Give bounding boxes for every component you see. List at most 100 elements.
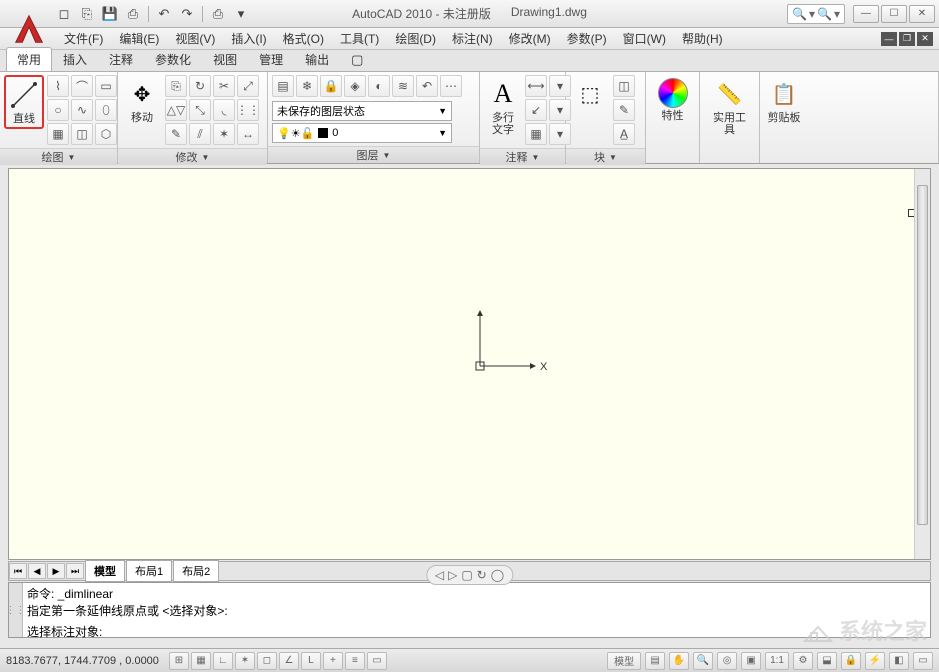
clean-screen-icon[interactable]: ▭: [913, 652, 933, 670]
stretch-icon[interactable]: ↔: [237, 123, 259, 145]
doc-minimize-button[interactable]: —: [881, 32, 897, 46]
layer-prev-icon[interactable]: ↶: [416, 75, 438, 97]
menu-insert[interactable]: 插入(I): [223, 28, 274, 49]
menu-edit[interactable]: 编辑(E): [111, 28, 167, 49]
dim-linear-icon[interactable]: ⟷: [525, 75, 547, 97]
arc-icon[interactable]: ⌒: [71, 75, 93, 97]
layer-combo[interactable]: 💡 ☀ 🔓 0 ▼: [272, 123, 452, 143]
mirror-icon[interactable]: △▽: [165, 99, 187, 121]
trim-icon[interactable]: ✂: [213, 75, 235, 97]
info-dropdown-icon[interactable]: ▾: [834, 7, 840, 21]
scale-button[interactable]: 1:1: [765, 652, 789, 670]
ribbon-tab-annotate[interactable]: 注释: [98, 47, 144, 71]
rect-icon[interactable]: ▭: [95, 75, 117, 97]
isolate-icon[interactable]: ◧: [889, 652, 909, 670]
ws-switch-icon[interactable]: ⬓: [817, 652, 837, 670]
drawing-canvas[interactable]: X Y: [8, 168, 931, 560]
search-dropdown-icon[interactable]: ▾: [809, 7, 815, 21]
new-icon[interactable]: ◻: [54, 4, 74, 24]
spline-icon[interactable]: ∿: [71, 99, 93, 121]
search-icon[interactable]: 🔍: [817, 7, 832, 21]
zoom-icon[interactable]: 🔍: [693, 652, 713, 670]
steering-icon[interactable]: ◎: [717, 652, 737, 670]
scrollbar-thumb[interactable]: [917, 185, 928, 525]
scale-icon[interactable]: ⤡: [189, 99, 211, 121]
menu-view[interactable]: 视图(V): [167, 28, 223, 49]
menu-draw[interactable]: 绘图(D): [387, 28, 444, 49]
ribbon-tab-output[interactable]: 输出: [294, 47, 340, 71]
edit-block-icon[interactable]: ✎: [613, 99, 635, 121]
move-button[interactable]: ✥ 移动: [122, 75, 162, 127]
redo-icon[interactable]: ↷: [177, 4, 197, 24]
menu-help[interactable]: 帮助(H): [674, 28, 731, 49]
offset-icon[interactable]: ⫽: [189, 123, 211, 145]
nav-stop-icon[interactable]: ◯: [491, 568, 504, 582]
nav-play-icon[interactable]: ▷: [448, 568, 457, 582]
print-icon[interactable]: ⎙: [208, 4, 228, 24]
minimize-button[interactable]: —: [853, 5, 879, 23]
tab-layout2[interactable]: 布局2: [173, 560, 219, 582]
scrollbar-vertical[interactable]: [914, 169, 930, 559]
ribbon-tab-parametric[interactable]: 参数化: [144, 47, 202, 71]
tab-model[interactable]: 模型: [85, 560, 125, 582]
doc-restore-button[interactable]: ❐: [899, 32, 915, 46]
layer-prop-icon[interactable]: ▤: [272, 75, 294, 97]
layer-match-icon[interactable]: ≋: [392, 75, 414, 97]
anno-vis-icon[interactable]: ⚙: [793, 652, 813, 670]
copy-icon[interactable]: ⎘: [165, 75, 187, 97]
tab-next-icon[interactable]: ▶: [47, 563, 65, 579]
paste-button[interactable]: 📋 剪贴板: [764, 75, 804, 127]
ellipse-icon[interactable]: ⬯: [95, 99, 117, 121]
pan-icon[interactable]: ✋: [669, 652, 689, 670]
hatch-icon[interactable]: ▦: [47, 123, 69, 145]
circle-icon[interactable]: ○: [47, 99, 69, 121]
qp-icon[interactable]: ▭: [367, 652, 387, 670]
snap-icon[interactable]: ⊞: [169, 652, 189, 670]
insert-button[interactable]: ⬚: [570, 75, 610, 115]
showmotion-icon[interactable]: ▣: [741, 652, 761, 670]
ribbon-tab-insert[interactable]: 插入: [52, 47, 98, 71]
menu-file[interactable]: 文件(F): [56, 28, 111, 49]
ribbon-tab-manage[interactable]: 管理: [248, 47, 294, 71]
qat-dropdown-icon[interactable]: ▾: [231, 4, 251, 24]
line-button[interactable]: 直线: [4, 75, 44, 129]
open-icon[interactable]: ⎘: [77, 4, 97, 24]
properties-button[interactable]: 特性: [653, 75, 693, 125]
saveas-icon[interactable]: ⎙: [123, 4, 143, 24]
panel-title-block[interactable]: 块▼: [566, 148, 645, 165]
layout-quick-icon[interactable]: ▤: [645, 652, 665, 670]
layer-off-icon[interactable]: ◐: [368, 75, 390, 97]
layer-more-icon[interactable]: ⋯: [440, 75, 462, 97]
polygon-icon[interactable]: ⬡: [95, 123, 117, 145]
polyline-icon[interactable]: ⌇: [47, 75, 69, 97]
undo-icon[interactable]: ↶: [154, 4, 174, 24]
rotate-icon[interactable]: ↻: [189, 75, 211, 97]
ribbon-tab-extra-icon[interactable]: ▢: [340, 48, 374, 71]
close-button[interactable]: ✕: [909, 5, 935, 23]
panel-title-annotation[interactable]: 注释▼: [480, 148, 565, 165]
leader-icon[interactable]: ↙: [525, 99, 547, 121]
layer-iso-icon[interactable]: ◈: [344, 75, 366, 97]
layer-state-combo[interactable]: 未保存的图层状态 ▼: [272, 101, 452, 121]
osnap-icon[interactable]: ◻: [257, 652, 277, 670]
search-box[interactable]: 🔍 ▾ 🔍 ▾: [787, 4, 845, 24]
polar-icon[interactable]: ✶: [235, 652, 255, 670]
menu-window[interactable]: 窗口(W): [615, 28, 674, 49]
nav-rect-icon[interactable]: ▢: [461, 568, 472, 582]
lwt-icon[interactable]: ≡: [345, 652, 365, 670]
tab-last-icon[interactable]: ⏭: [66, 563, 84, 579]
otrack-icon[interactable]: ∠: [279, 652, 299, 670]
command-line[interactable]: ⋮⋮ 命令: _dimlinear 指定第一条延伸线原点或 <选择对象>: 选择…: [8, 582, 931, 638]
table-icon[interactable]: ▦: [525, 123, 547, 145]
lock-ui-icon[interactable]: 🔒: [841, 652, 861, 670]
maximize-button[interactable]: ☐: [881, 5, 907, 23]
menu-format[interactable]: 格式(O): [275, 28, 332, 49]
model-space-button[interactable]: 模型: [607, 652, 641, 670]
panel-title-modify[interactable]: 修改▼: [118, 148, 267, 165]
menu-param[interactable]: 参数(P): [559, 28, 615, 49]
menu-dim[interactable]: 标注(N): [444, 28, 501, 49]
tab-first-icon[interactable]: ⏮: [9, 563, 27, 579]
layer-lock-icon[interactable]: 🔒: [320, 75, 342, 97]
nav-refresh-icon[interactable]: ↻: [477, 568, 487, 582]
tab-prev-icon[interactable]: ◀: [28, 563, 46, 579]
